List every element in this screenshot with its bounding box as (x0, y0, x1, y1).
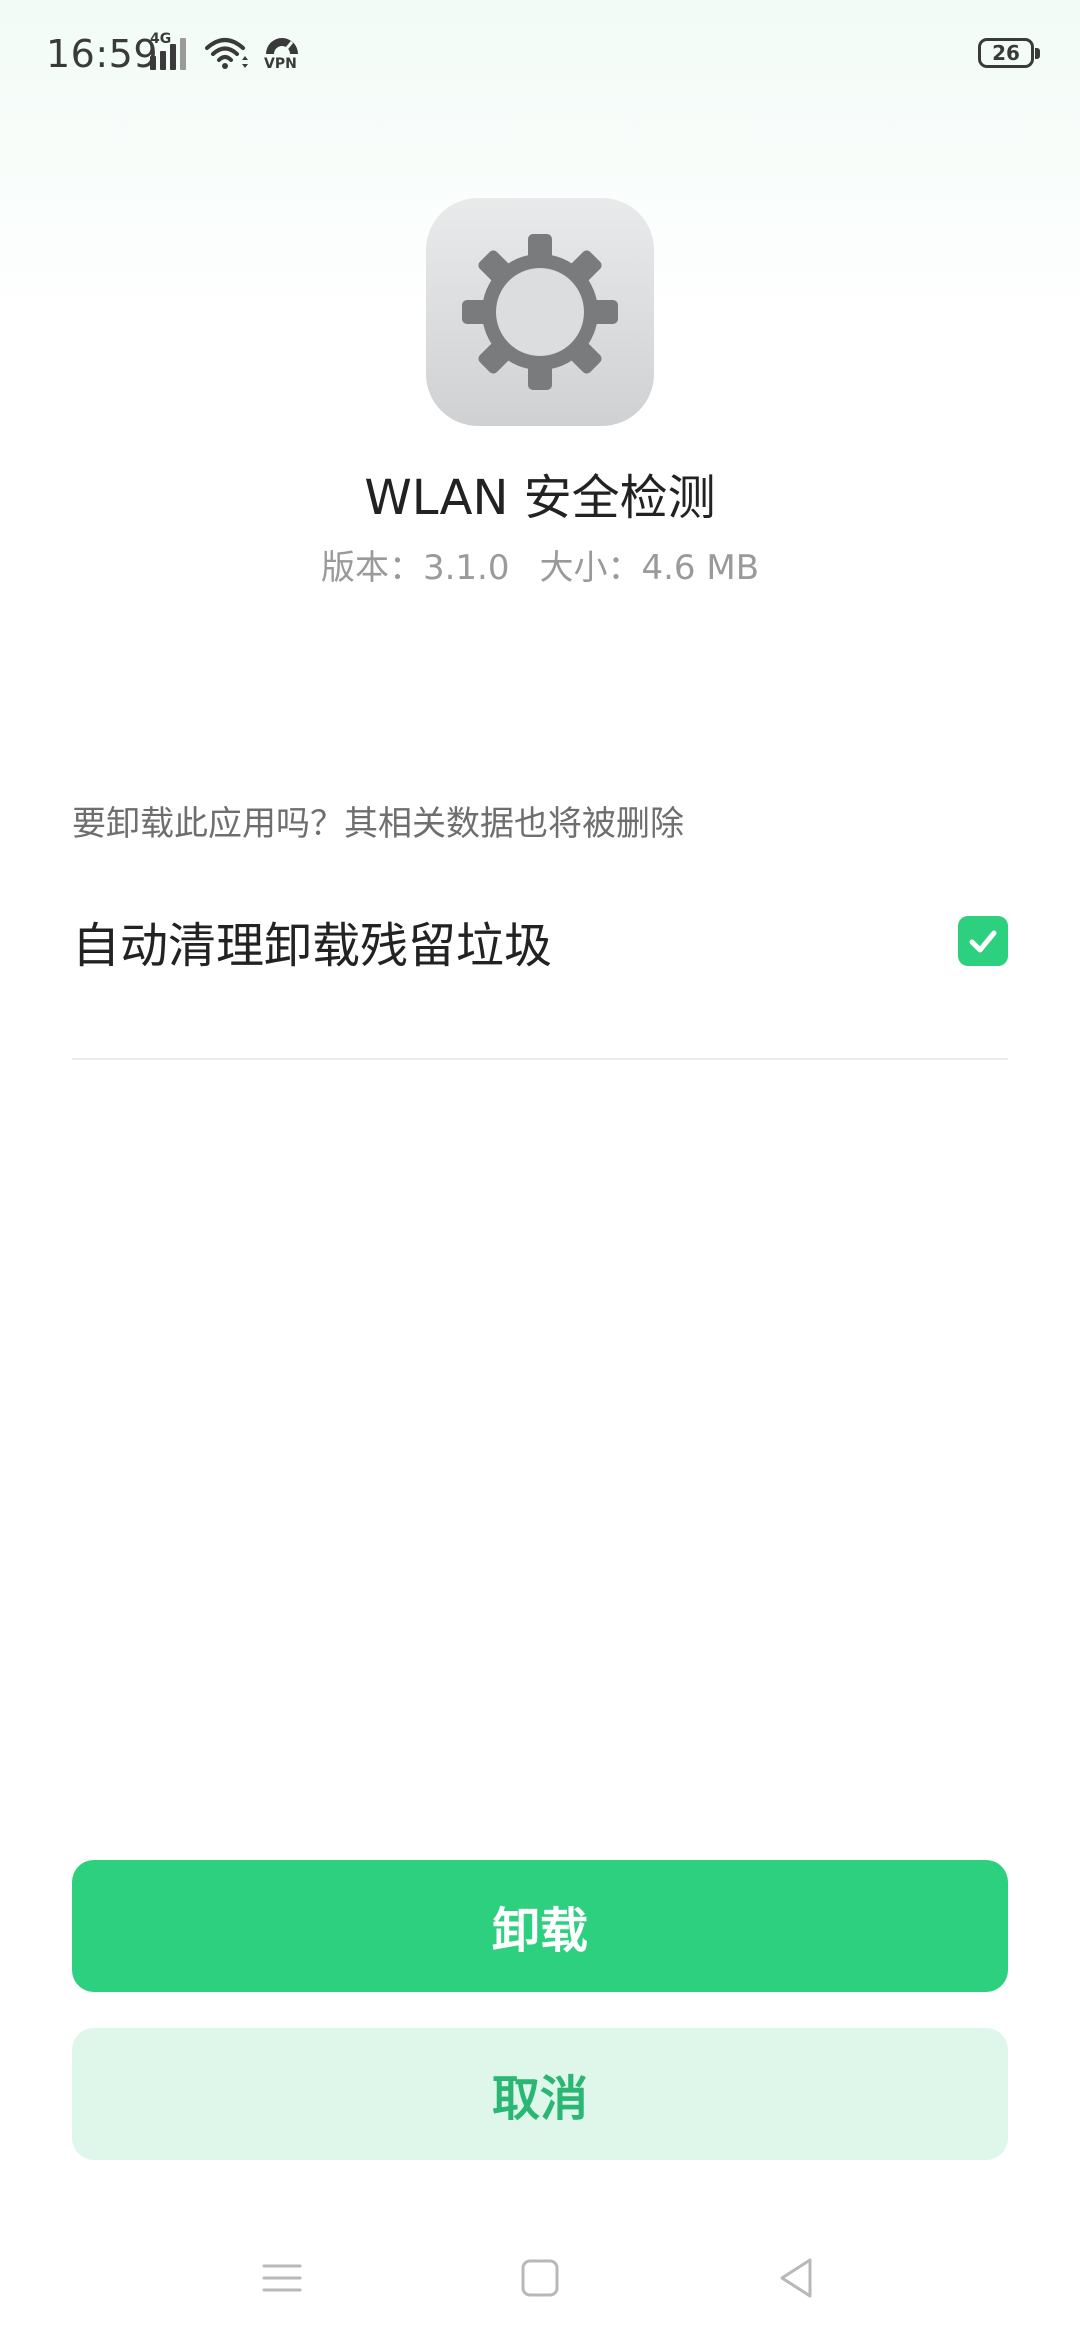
menu-icon (262, 2264, 302, 2292)
auto-clean-checkbox[interactable] (958, 916, 1008, 966)
battery-tip (1035, 48, 1040, 59)
cancel-button[interactable]: 取消 (72, 2028, 1008, 2160)
status-icons: 4G VPN (148, 31, 302, 74)
back-button[interactable] (766, 2248, 826, 2308)
menu-button[interactable] (252, 2248, 312, 2308)
app-name: WLAN 安全检测 (364, 470, 716, 526)
auto-clean-option[interactable]: 自动清理卸载残留垃圾 (72, 900, 1008, 1060)
network-type-label: 4G (150, 31, 172, 47)
signal-icon: 4G (148, 31, 192, 74)
auto-clean-label: 自动清理卸载残留垃圾 (72, 918, 553, 974)
app-icon (426, 198, 654, 426)
app-size: 大小：4.6 MB (539, 548, 760, 588)
vpn-label: VPN (264, 56, 297, 72)
home-button[interactable] (510, 2248, 570, 2308)
home-icon (521, 2259, 559, 2297)
uninstall-question: 要卸载此应用吗？其相关数据也将被删除 (72, 804, 684, 844)
vpn-icon: VPN (262, 34, 302, 74)
status-bar: 16:59 4G VPN 26 (0, 0, 1080, 110)
back-icon (780, 2258, 812, 2298)
status-time: 16:59 (46, 32, 159, 76)
battery-icon: 26 (978, 38, 1034, 68)
uninstall-button[interactable]: 卸载 (72, 1860, 1008, 1992)
gear-icon (462, 234, 618, 390)
app-version: 版本：3.1.0 (320, 548, 510, 588)
app-meta: 版本：3.1.0 大小：4.6 MB (0, 544, 1080, 592)
wifi-icon (205, 38, 248, 69)
checkmark-icon (969, 930, 997, 953)
battery-level: 26 (992, 41, 1020, 65)
navigation-bar (0, 2230, 1080, 2320)
